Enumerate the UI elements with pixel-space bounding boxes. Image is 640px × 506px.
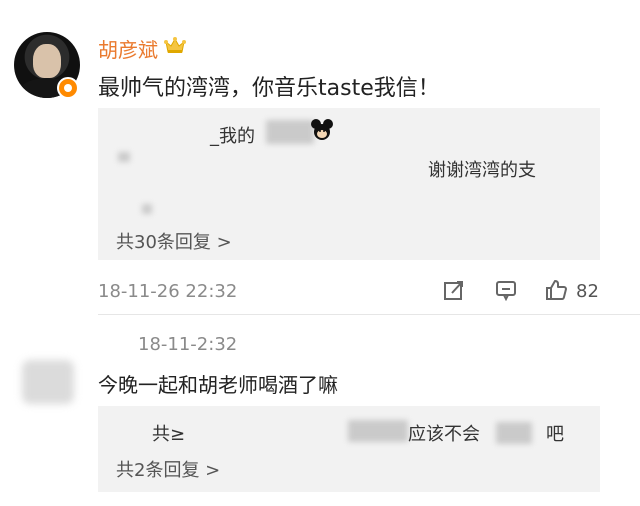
comment-text: 最帅气的湾湾，你音乐taste我信！ [98, 76, 440, 101]
reply-line-1-right: 应该不会 [408, 424, 480, 445]
blurred-reply-name [348, 420, 408, 442]
username[interactable]: 胡彦斌 [98, 34, 158, 63]
mickey-sticker-icon [310, 118, 334, 142]
blurred-fragment-2 [142, 204, 152, 214]
crown-icon [164, 36, 186, 54]
comment-time: 18-11-2:32 [138, 334, 238, 355]
reply-line-1-end: 吧 [546, 424, 564, 445]
more-replies-link[interactable]: 共30条回复 > [116, 228, 232, 254]
comment-text: 今晚一起和胡老师喝酒了嘛 [98, 373, 338, 397]
avatar-small[interactable] [22, 360, 74, 404]
blurred-fragment [118, 152, 130, 162]
comment-time: 18-11-26 22:32 [98, 281, 238, 302]
thumbs-up-icon[interactable] [544, 279, 568, 301]
divider [98, 314, 640, 315]
more-replies-link[interactable]: 共2条回复 > [116, 456, 220, 482]
avatar-face [33, 44, 61, 78]
comment-icon[interactable] [494, 279, 518, 301]
blurred-fragment [496, 422, 532, 444]
reply-preview-box[interactable]: _我的 谢谢湾湾的支 共30条回复 > [98, 108, 600, 260]
reply-line-1-left: 共≥ [152, 424, 186, 445]
verified-badge-icon [57, 77, 79, 99]
reply-line-2: 谢谢湾湾的支 [428, 160, 536, 181]
blurred-name [266, 120, 314, 144]
reply-preview-box[interactable]: 共≥ 应该不会 吧 共2条回复 > [98, 406, 600, 492]
like-count: 82 [576, 281, 599, 302]
reply-line-1: _我的 [210, 126, 255, 147]
share-icon[interactable] [442, 279, 466, 301]
